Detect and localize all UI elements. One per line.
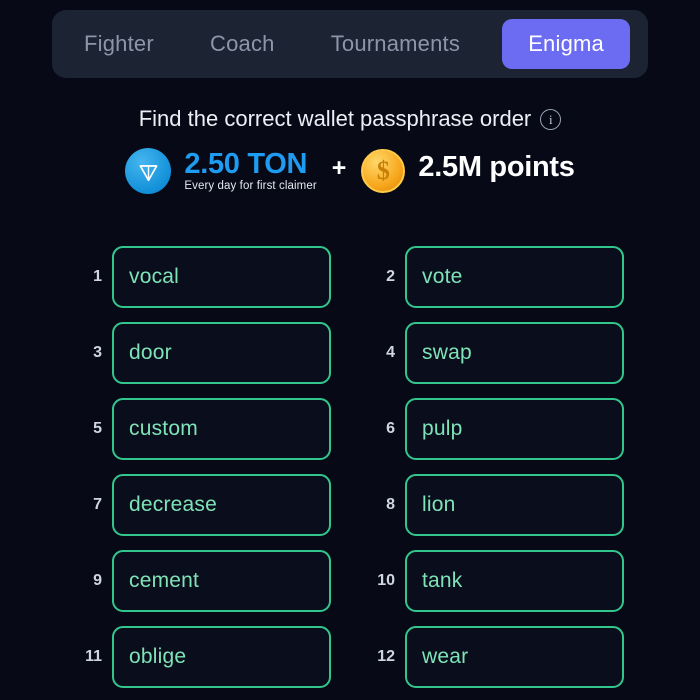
enigma-screen: Fighter Coach Tournaments Enigma Find th… [0,0,700,700]
word-index: 9 [93,572,102,589]
list-item: 11 oblige [78,626,331,688]
list-item: 7 decrease [78,474,331,536]
top-tab-bar: Fighter Coach Tournaments Enigma [52,10,648,78]
word-slot-3[interactable]: door [112,322,331,384]
list-item: 6 pulp [371,398,624,460]
word-index: 1 [93,268,102,285]
points-amount: 2.5M points [418,151,575,183]
tab-coach[interactable]: Coach [196,19,289,69]
word-text: decrease [129,493,217,516]
list-item: 5 custom [78,398,331,460]
plus-separator: + [331,154,347,182]
page-heading: Find the correct wallet passphrase order… [0,106,700,132]
ton-subtitle: Every day for first claimer [184,180,317,193]
ton-amount: 2.50 TON [184,147,308,180]
word-slot-12[interactable]: wear [405,626,624,688]
list-item: 12 wear [371,626,624,688]
word-index: 3 [93,344,102,361]
ton-reward: 2.50 TON Every day for first claimer [184,147,317,193]
word-text: vocal [129,265,180,288]
word-index: 12 [377,648,395,665]
dollar-coin-icon: $ [361,149,406,193]
ton-logo-icon [125,148,172,194]
word-slot-9[interactable]: cement [112,550,331,612]
word-index: 6 [386,420,395,437]
word-index: 11 [85,648,102,665]
list-item: 10 tank [371,550,624,612]
word-text: tank [422,569,463,592]
word-text: door [129,341,172,364]
word-text: cement [129,569,200,592]
word-index: 2 [386,268,395,285]
page-title: Find the correct wallet passphrase order [138,106,532,131]
word-index: 5 [93,420,102,437]
list-item: 1 vocal [78,246,331,308]
word-slot-11[interactable]: oblige [112,626,331,688]
info-icon[interactable]: i [540,108,562,130]
word-index: 4 [386,344,395,361]
passphrase-grid: 1 vocal 2 vote 3 door 4 swap 5 custom 6 … [78,246,624,688]
list-item: 2 vote [371,246,624,308]
word-text: oblige [129,645,187,668]
word-text: wear [422,645,469,668]
word-text: swap [422,341,472,364]
tab-fighter[interactable]: Fighter [70,19,168,69]
word-slot-6[interactable]: pulp [405,398,624,460]
list-item: 8 lion [371,474,624,536]
word-index: 10 [377,572,395,589]
word-slot-1[interactable]: vocal [112,246,331,308]
tab-enigma[interactable]: Enigma [502,19,630,69]
word-text: pulp [422,417,463,440]
word-text: lion [422,493,456,516]
word-text: vote [422,265,463,288]
word-slot-5[interactable]: custom [112,398,331,460]
list-item: 9 cement [78,550,331,612]
word-slot-4[interactable]: swap [405,322,624,384]
word-text: custom [129,417,198,440]
reward-row: 2.50 TON Every day for first claimer + $… [0,148,700,194]
tab-tournaments[interactable]: Tournaments [317,19,474,69]
word-slot-10[interactable]: tank [405,550,624,612]
word-slot-8[interactable]: lion [405,474,624,536]
word-slot-7[interactable]: decrease [112,474,331,536]
word-index: 8 [386,496,395,513]
list-item: 4 swap [371,322,624,384]
list-item: 3 door [78,322,331,384]
word-index: 7 [93,496,102,513]
word-slot-2[interactable]: vote [405,246,624,308]
